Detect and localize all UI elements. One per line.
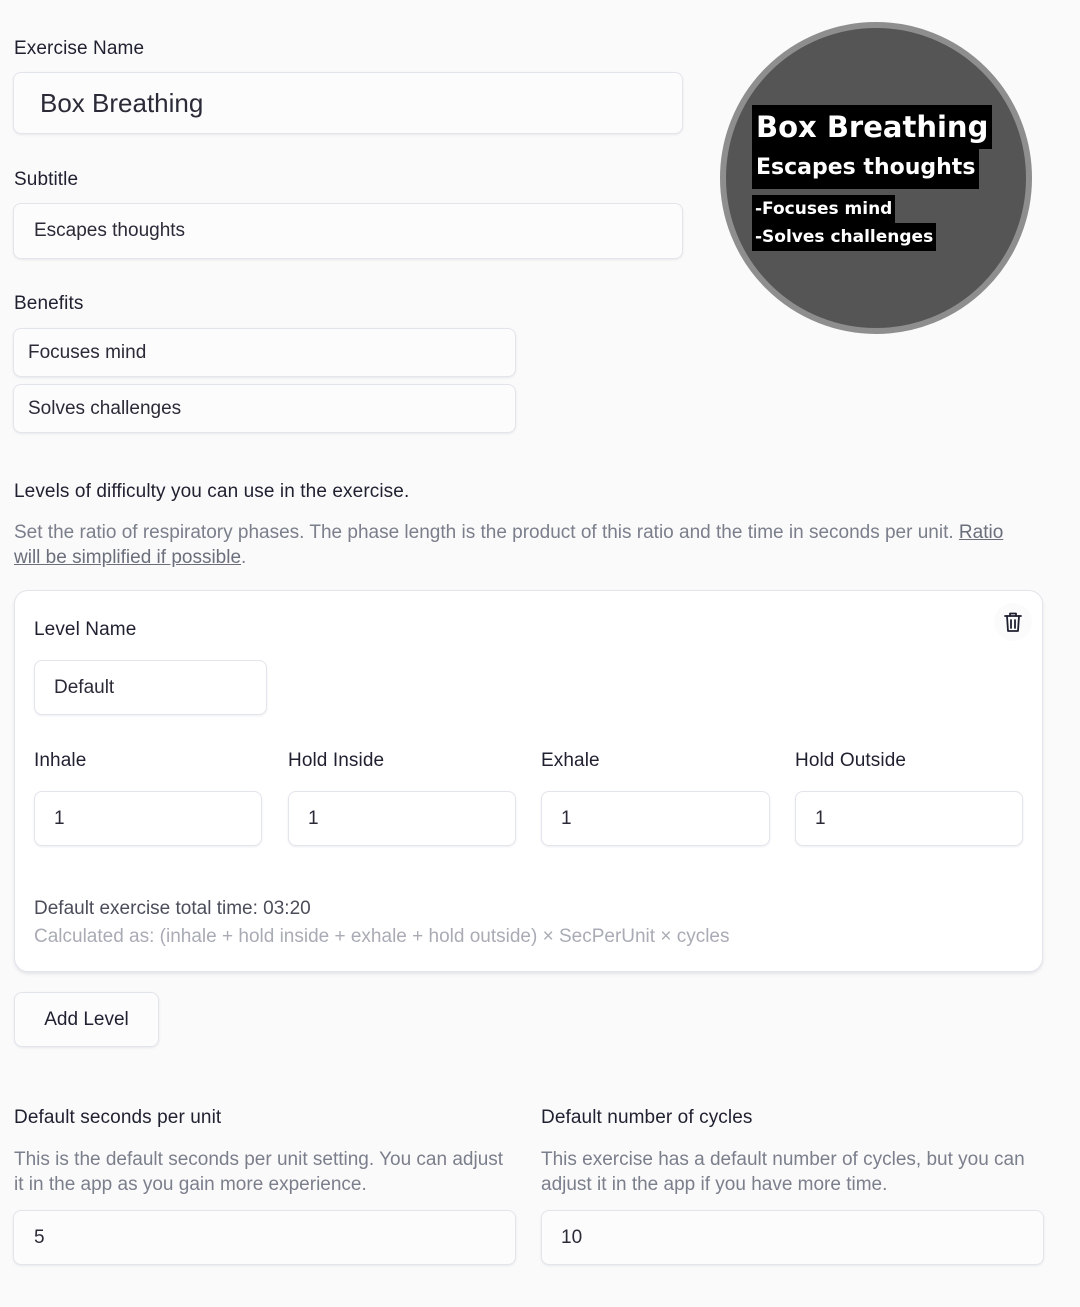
benefit-input[interactable]: Solves challenges	[13, 384, 516, 433]
level-name-input[interactable]: Default	[34, 660, 267, 715]
levels-description-end: .	[241, 547, 247, 568]
preview-title: Box Breathing	[752, 105, 993, 149]
preview-benefit: -Solves challenges	[752, 223, 937, 251]
inhale-value: 1	[54, 807, 65, 829]
add-level-label: Add Level	[44, 1008, 129, 1030]
seconds-per-unit-help: This is the default seconds per unit set…	[14, 1149, 504, 1195]
trash-icon	[1004, 612, 1022, 632]
exercise-name-value: Box Breathing	[40, 87, 204, 118]
hold-inside-label: Hold Inside	[288, 750, 385, 771]
delete-level-button[interactable]	[994, 603, 1032, 641]
add-level-button[interactable]: Add Level	[14, 992, 159, 1047]
seconds-per-unit-value: 5	[34, 1226, 45, 1248]
cycles-input[interactable]: 10	[541, 1210, 1044, 1265]
subtitle-label: Subtitle	[14, 169, 79, 190]
benefit-value: Focuses mind	[28, 341, 147, 363]
hold-inside-input[interactable]: 1	[288, 791, 516, 846]
exhale-label: Exhale	[541, 750, 600, 771]
hold-inside-value: 1	[308, 807, 319, 829]
cycles-label: Default number of cycles	[541, 1107, 753, 1128]
inhale-input[interactable]: 1	[34, 791, 262, 846]
exercise-preview-badge: Box Breathing Escapes thoughts -Focuses …	[720, 22, 1032, 334]
formula-text: Calculated as: (inhale + hold inside + e…	[34, 926, 730, 947]
level-name-label: Level Name	[34, 619, 137, 640]
total-time-text: Default exercise total time: 03:20	[34, 898, 311, 919]
benefit-input[interactable]: Focuses mind	[13, 328, 516, 377]
preview-subtitle: Escapes thoughts	[752, 149, 980, 189]
exercise-name-label: Exercise Name	[14, 38, 145, 59]
exercise-name-input[interactable]: Box Breathing	[13, 72, 683, 134]
hold-outside-input[interactable]: 1	[795, 791, 1023, 846]
level-name-value: Default	[54, 676, 115, 698]
exhale-value: 1	[561, 807, 572, 829]
levels-description: Set the ratio of respiratory phases. The…	[14, 520, 1034, 570]
cycles-help: This exercise has a default number of cy…	[541, 1149, 1025, 1195]
exhale-input[interactable]: 1	[541, 791, 770, 846]
benefits-label: Benefits	[14, 293, 84, 314]
preview-benefit: -Focuses mind	[752, 195, 896, 223]
inhale-label: Inhale	[34, 750, 87, 771]
hold-outside-label: Hold Outside	[795, 750, 907, 771]
subtitle-value: Escapes thoughts	[34, 220, 186, 241]
subtitle-input[interactable]: Escapes thoughts	[13, 203, 683, 259]
levels-heading: Levels of difficulty you can use in the …	[14, 481, 410, 502]
hold-outside-value: 1	[815, 807, 826, 829]
seconds-per-unit-input[interactable]: 5	[13, 1210, 516, 1265]
seconds-per-unit-label: Default seconds per unit	[14, 1107, 222, 1128]
levels-description-text: Set the ratio of respiratory phases. The…	[14, 522, 954, 543]
cycles-value: 10	[561, 1226, 583, 1248]
benefit-value: Solves challenges	[28, 397, 182, 419]
